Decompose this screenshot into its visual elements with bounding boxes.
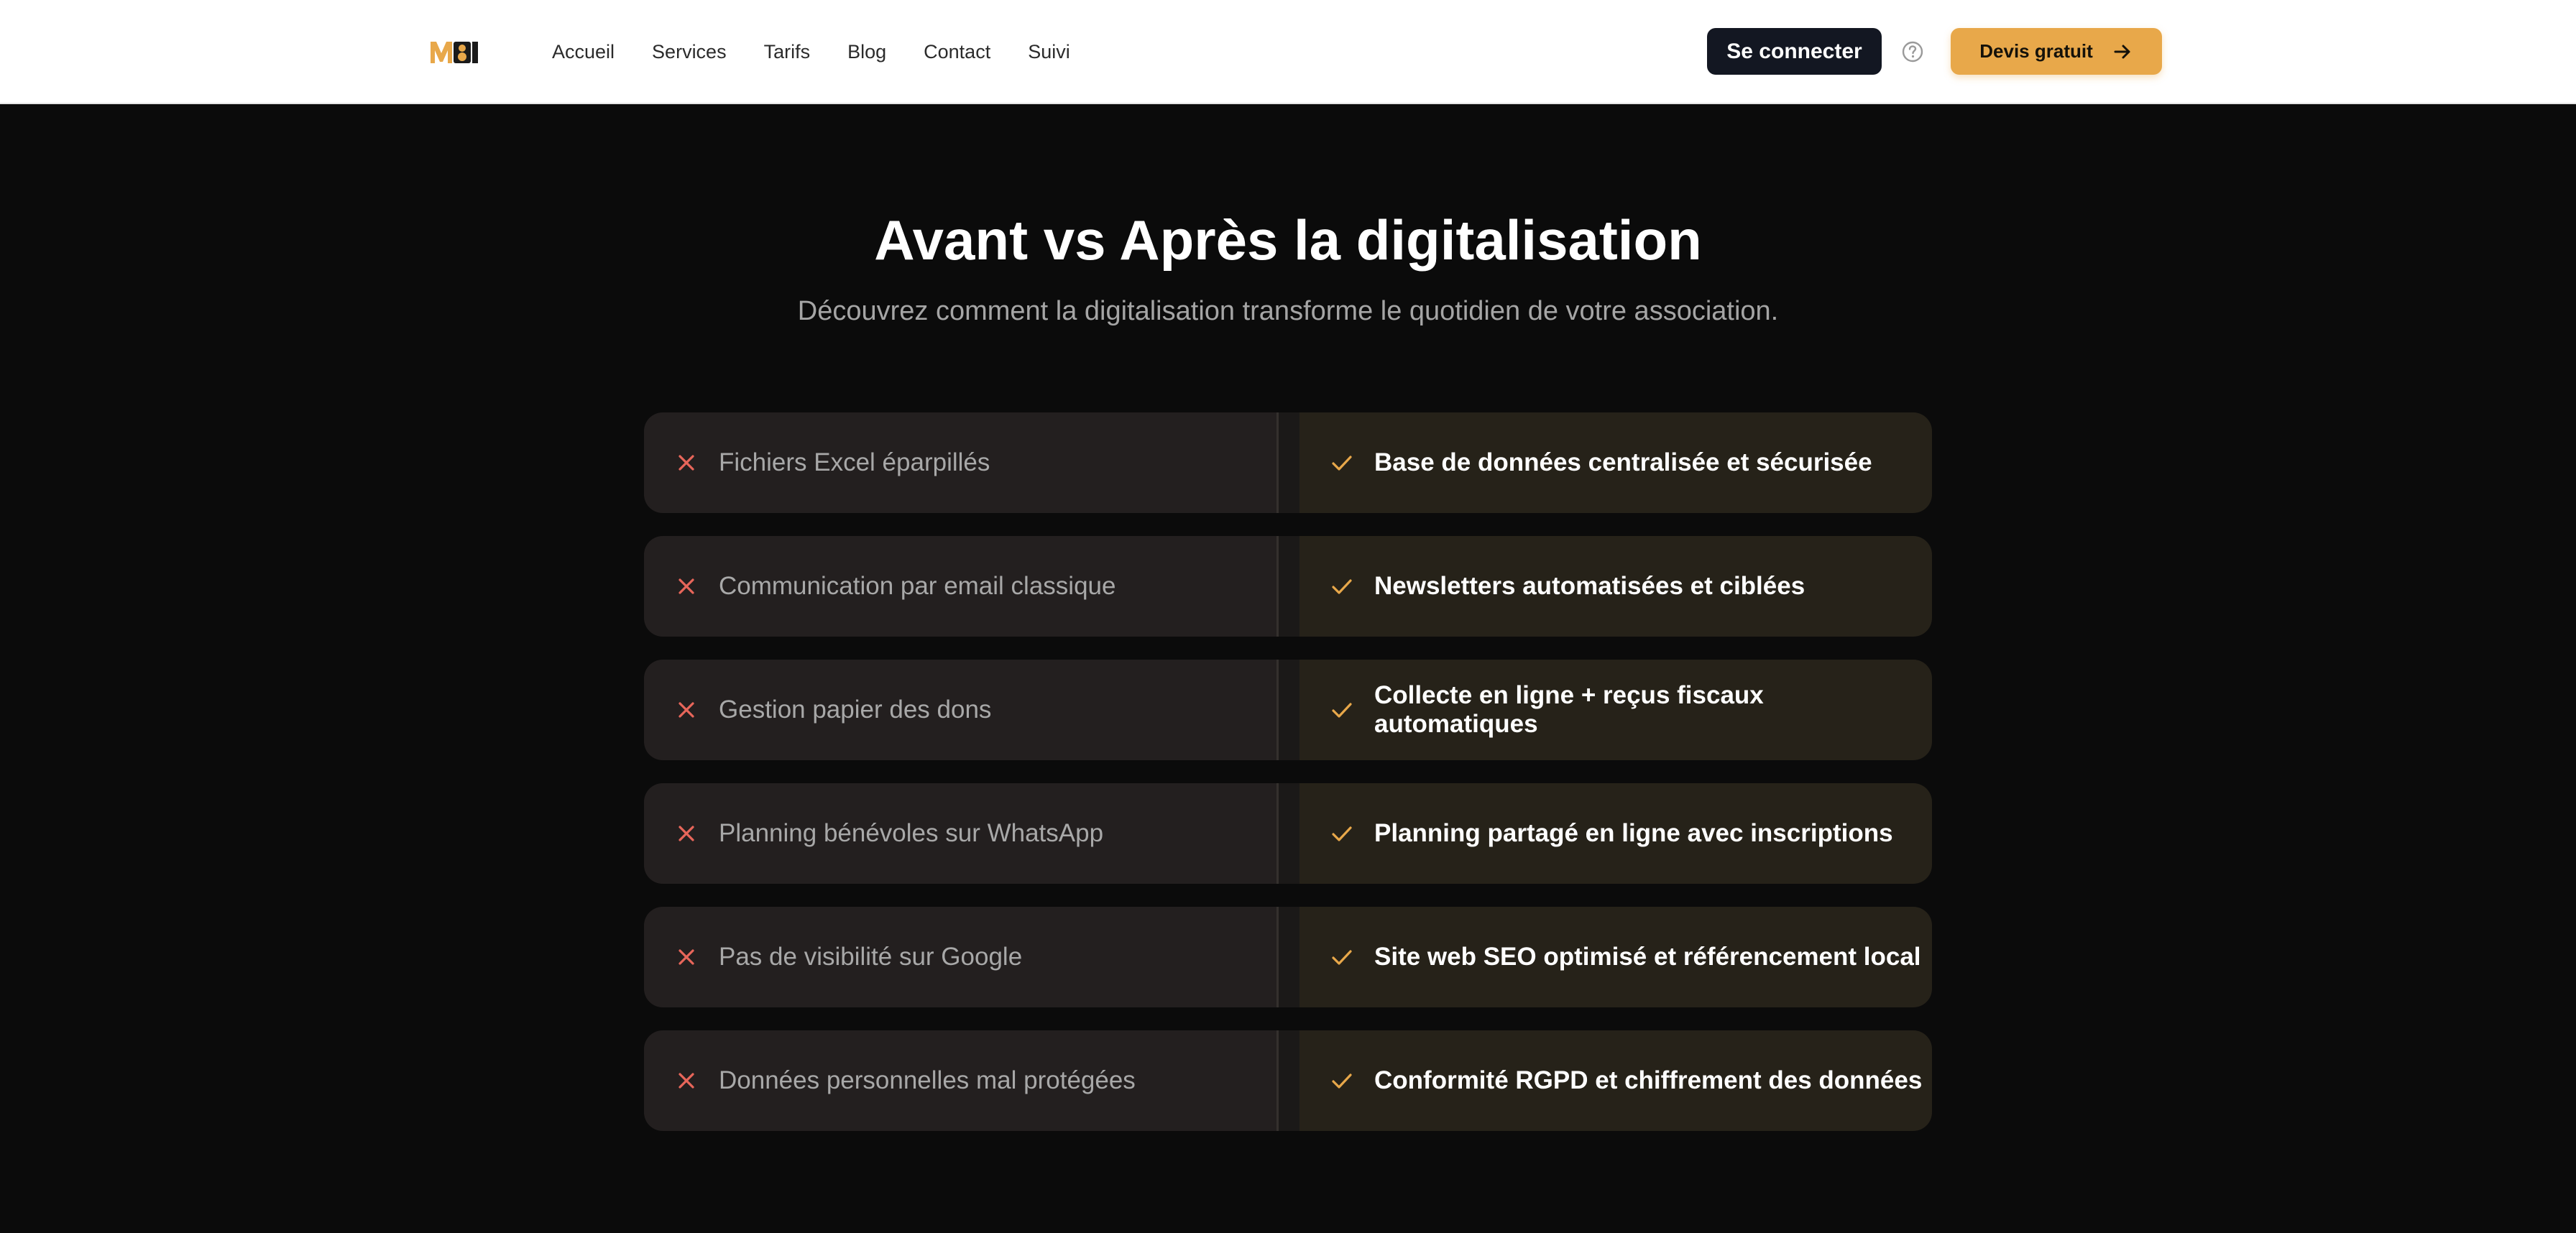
row-divider [1276,536,1300,637]
comparison-row: Communication par email classique Newsle… [644,536,1932,637]
x-icon [678,1073,694,1089]
after-text: Collecte en ligne + reçus fiscaux automa… [1374,681,1764,738]
comparison-row: Fichiers Excel éparpillés Base de donnée… [644,412,1932,513]
comparison-list: Fichiers Excel éparpillés Base de donnée… [644,412,1932,1154]
main-nav: Accueil Services Tarifs Blog Contact Sui… [552,0,1070,104]
before-cell: Gestion papier des dons [644,660,1276,760]
before-text: Données personnelles mal protégées [719,1066,1136,1094]
nav-services[interactable]: Services [652,41,727,63]
nav-suivi[interactable]: Suivi [1028,41,1070,63]
nav-blog[interactable]: Blog [847,41,886,63]
logo[interactable] [429,39,479,65]
x-icon [678,949,694,965]
after-cell: Conformité RGPD et chiffrement des donné… [1300,1030,1932,1131]
section-title: Avant vs Après la digitalisation [874,208,1702,272]
after-text: Planning partagé en ligne avec inscripti… [1374,819,1893,847]
free-quote-label: Devis gratuit [1979,40,2093,62]
after-text: Newsletters automatisées et ciblées [1374,572,1806,600]
check-icon [1332,579,1352,594]
comparison-row: Données personnelles mal protégées Confo… [644,1030,1932,1131]
after-text: Base de données centralisée et sécurisée [1374,448,1872,476]
nav-tarifs[interactable]: Tarifs [764,41,811,63]
arrow-right-icon [2114,45,2130,58]
after-cell: Site web SEO optimisé et référencement l… [1300,907,1932,1007]
before-text: Gestion papier des dons [719,696,992,724]
check-icon [1332,456,1352,471]
comparison-row: Pas de visibilité sur Google Site web SE… [644,907,1932,1007]
nav-contact[interactable]: Contact [924,41,990,63]
site-header: Accueil Services Tarifs Blog Contact Sui… [0,0,2576,104]
check-icon [1332,950,1352,965]
before-text: Communication par email classique [719,572,1116,600]
after-cell: Planning partagé en ligne avec inscripti… [1300,783,1932,884]
after-text: Site web SEO optimisé et référencement l… [1374,943,1921,971]
before-cell: Pas de visibilité sur Google [644,907,1276,1007]
comparison-row: Planning bénévoles sur WhatsApp Planning… [644,783,1932,884]
nav-accueil[interactable]: Accueil [552,41,615,63]
x-icon [678,578,694,594]
login-button[interactable]: Se connecter [1707,28,1882,75]
row-divider [1276,1030,1300,1131]
x-icon [678,455,694,471]
before-cell: Fichiers Excel éparpillés [644,412,1276,513]
before-text: Planning bénévoles sur WhatsApp [719,819,1104,847]
before-text: Pas de visibilité sur Google [719,943,1023,971]
before-text: Fichiers Excel éparpillés [719,448,990,476]
comparison-row: Gestion papier des dons Collecte en lign… [644,660,1932,760]
x-icon [678,702,694,718]
before-cell: Communication par email classique [644,536,1276,637]
row-divider [1276,660,1300,760]
before-cell: Planning bénévoles sur WhatsApp [644,783,1276,884]
section-subtitle: Découvrez comment la digitalisation tran… [797,296,1779,326]
after-cell: Collecte en ligne + reçus fiscaux automa… [1300,660,1932,760]
check-icon [1332,826,1352,841]
question-circle-icon[interactable] [1901,40,1924,63]
after-cell: Newsletters automatisées et ciblées [1300,536,1932,637]
after-text: Conformité RGPD et chiffrement des donné… [1374,1066,1923,1094]
before-cell: Données personnelles mal protégées [644,1030,1276,1131]
after-cell: Base de données centralisée et sécurisée [1300,412,1932,513]
check-icon [1332,703,1352,718]
x-icon [678,826,694,841]
row-divider [1276,907,1300,1007]
free-quote-button[interactable]: Devis gratuit [1951,28,2162,75]
row-divider [1276,783,1300,884]
check-icon [1332,1073,1352,1089]
row-divider [1276,412,1300,513]
